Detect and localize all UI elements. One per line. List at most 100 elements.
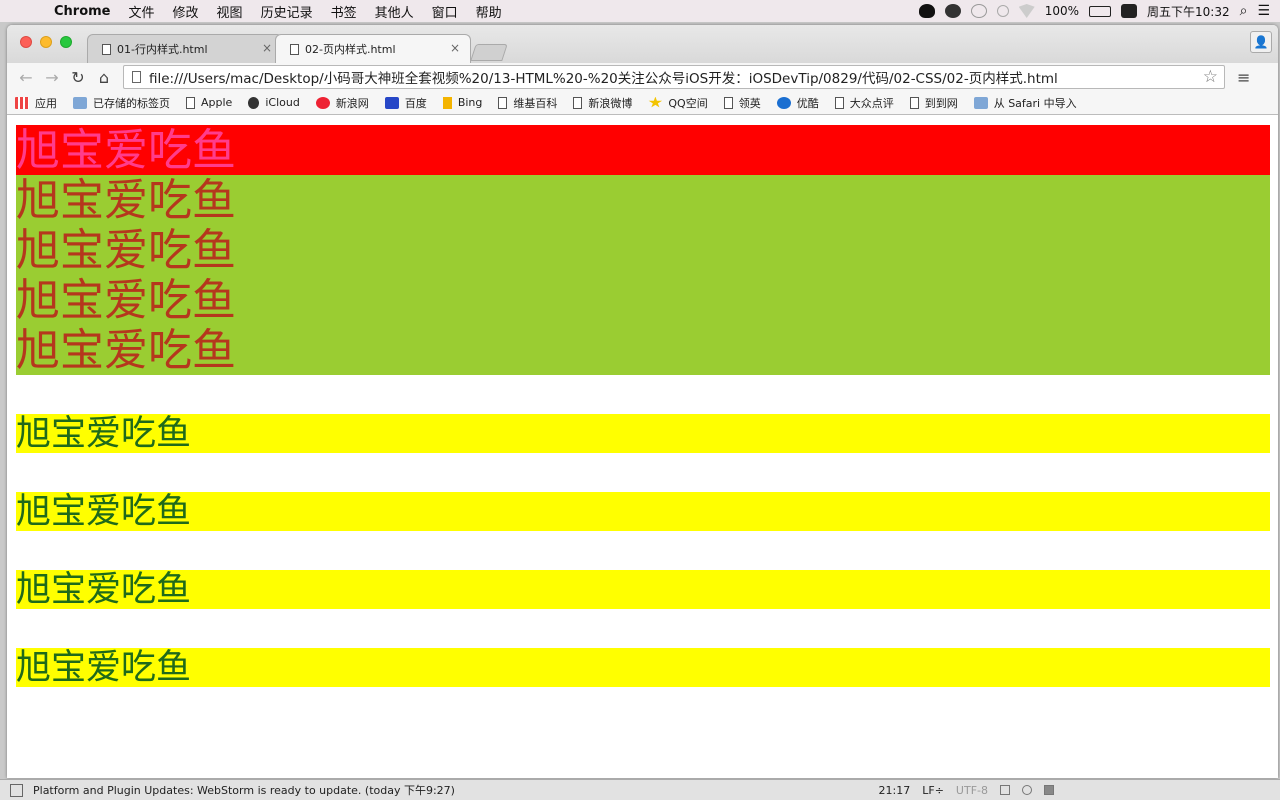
page-icon xyxy=(909,96,919,109)
window-controls xyxy=(20,36,72,48)
tab-page-style[interactable]: 02-页内样式.html × xyxy=(275,34,471,63)
sync-icon[interactable] xyxy=(970,4,987,18)
line-separator[interactable]: LF÷ xyxy=(922,784,944,797)
bookmark-youku[interactable]: 优酷 xyxy=(776,95,819,111)
bookmark-import-safari[interactable]: 从 Safari 中导入 xyxy=(973,95,1077,111)
menu-app-name[interactable]: Chrome xyxy=(54,4,111,19)
battery-percent: 100% xyxy=(1044,4,1079,18)
tool-window-icon[interactable] xyxy=(10,783,23,797)
url-text[interactable]: file:///Users/mac/Desktop/小码哥大神班全套视频%20/… xyxy=(149,67,1058,87)
bookmarks-bar: 应用 已存储的标签页 Apple iCloud 新浪网 百度 Bing 维基百科… xyxy=(7,91,1278,115)
minimize-window-button[interactable] xyxy=(40,36,52,48)
airplay-icon[interactable] xyxy=(996,5,1009,17)
page-icon xyxy=(102,43,111,55)
apps-icon xyxy=(15,96,29,109)
menu-items: Chrome 文件 修改 视图 历史记录 书签 其他人 窗口 帮助 xyxy=(42,2,520,21)
bookmark-baidu[interactable]: 百度 xyxy=(384,95,427,111)
wifi-icon[interactable] xyxy=(1018,4,1035,18)
bookmark-daodao[interactable]: 到到网 xyxy=(909,95,958,111)
bookmark-label: 领英 xyxy=(738,96,761,110)
page-viewport: 旭宝爱吃鱼 旭宝爱吃鱼 旭宝爱吃鱼 旭宝爱吃鱼 旭宝爱吃鱼 旭宝爱吃鱼 旭宝爱吃… xyxy=(7,115,1278,778)
page-icon xyxy=(834,96,844,109)
yellow-text-block: 旭宝爱吃鱼 xyxy=(16,570,1270,610)
inspector-icon[interactable] xyxy=(1022,785,1032,795)
tab-close-icon[interactable]: × xyxy=(450,41,460,55)
reload-icon[interactable]: ↻ xyxy=(67,68,89,87)
bookmark-label: QQ空间 xyxy=(668,96,708,110)
bookmark-apple[interactable]: Apple xyxy=(186,96,232,109)
green-text-block: 旭宝爱吃鱼 xyxy=(16,225,1270,276)
chrome-menu-icon[interactable]: ≡ xyxy=(1237,68,1250,87)
bookmark-label: 百度 xyxy=(404,96,427,110)
bookmark-bing[interactable]: Bing xyxy=(442,96,483,109)
page-icon xyxy=(132,71,141,83)
green-text-block: 旭宝爱吃鱼 xyxy=(16,275,1270,326)
qq-icon[interactable] xyxy=(918,4,935,18)
bookmark-weibo[interactable]: 新浪微博 xyxy=(573,95,632,111)
page-icon xyxy=(186,96,195,109)
bing-icon xyxy=(442,96,452,109)
title-bar: 01-行内样式.html × 02-页内样式.html × 👤 xyxy=(7,25,1278,63)
cursor-position[interactable]: 21:17 xyxy=(879,784,911,797)
bookmark-linkedin[interactable]: 领英 xyxy=(723,95,761,111)
bookmark-label: 维基百科 xyxy=(513,96,558,110)
clock[interactable]: 周五下午10:32 xyxy=(1147,3,1230,20)
wechat-icon[interactable] xyxy=(944,4,961,18)
tab-close-icon[interactable]: × xyxy=(262,41,272,55)
menu-people[interactable]: 其他人 xyxy=(375,2,414,21)
close-window-button[interactable] xyxy=(20,36,32,48)
page-content: 旭宝爱吃鱼 旭宝爱吃鱼 旭宝爱吃鱼 旭宝爱吃鱼 旭宝爱吃鱼 旭宝爱吃鱼 旭宝爱吃… xyxy=(7,115,1278,688)
weibo-icon xyxy=(315,96,330,109)
status-message[interactable]: Platform and Plugin Updates: WebStorm is… xyxy=(33,782,455,798)
bookmark-wikipedia[interactable]: 维基百科 xyxy=(498,95,557,111)
menu-history[interactable]: 历史记录 xyxy=(261,2,313,21)
menu-file[interactable]: 文件 xyxy=(129,2,155,21)
red-text-block: 旭宝爱吃鱼 xyxy=(16,125,1270,176)
bookmark-label: 已存储的标签页 xyxy=(93,96,170,110)
back-arrow-icon[interactable]: ← xyxy=(15,68,37,87)
menu-bar: Chrome 文件 修改 视图 历史记录 书签 其他人 窗口 帮助 100% 周… xyxy=(0,0,1280,22)
bookmark-apps[interactable]: 应用 xyxy=(15,95,57,111)
menu-help[interactable]: 帮助 xyxy=(476,2,502,21)
file-encoding[interactable]: UTF-8 xyxy=(956,784,988,797)
menu-window[interactable]: 窗口 xyxy=(432,2,458,21)
bookmark-label: 新浪微博 xyxy=(588,96,633,110)
menu-edit[interactable]: 修改 xyxy=(173,2,199,21)
address-bar[interactable]: file:///Users/mac/Desktop/小码哥大神班全套视频%20/… xyxy=(123,65,1225,89)
lock-icon[interactable] xyxy=(1000,785,1010,795)
browser-toolbar: ← → ↻ ⌂ file:///Users/mac/Desktop/小码哥大神班… xyxy=(7,63,1278,91)
baidu-icon xyxy=(384,96,399,109)
spotlight-search-icon[interactable]: ⌕ xyxy=(1240,3,1248,19)
home-icon[interactable]: ⌂ xyxy=(93,68,115,87)
forward-arrow-icon[interactable]: → xyxy=(41,68,63,87)
zoom-window-button[interactable] xyxy=(60,36,72,48)
page-icon xyxy=(723,96,733,109)
bookmark-sina[interactable]: 新浪网 xyxy=(315,95,369,111)
profile-icon[interactable]: 👤 xyxy=(1250,31,1272,53)
bookmark-label: 大众点评 xyxy=(849,96,894,110)
menu-bookmarks[interactable]: 书签 xyxy=(331,2,357,21)
bookmark-label: 新浪网 xyxy=(335,96,369,110)
bookmark-dianping[interactable]: 大众点评 xyxy=(834,95,894,111)
bookmark-label: Bing xyxy=(457,96,483,109)
battery-icon[interactable] xyxy=(1089,5,1111,17)
folder-icon xyxy=(973,96,988,109)
event-log-icon[interactable] xyxy=(1044,785,1054,795)
bookmark-label: Apple xyxy=(201,96,233,109)
menu-view[interactable]: 视图 xyxy=(217,2,243,21)
sogou-input-icon[interactable] xyxy=(1121,4,1137,18)
bookmark-icloud[interactable]: iCloud xyxy=(248,96,300,109)
bookmark-star-icon[interactable]: ☆ xyxy=(1203,67,1218,87)
page-icon xyxy=(290,43,299,55)
notification-center-icon[interactable]: ☰ xyxy=(1257,3,1270,19)
apple-icon xyxy=(248,96,260,109)
new-tab-button[interactable] xyxy=(470,44,508,61)
tab-inline-style[interactable]: 01-行内样式.html × xyxy=(87,34,283,63)
bookmark-saved-tabs[interactable]: 已存储的标签页 xyxy=(73,95,170,111)
yellow-text-block: 旭宝爱吃鱼 xyxy=(16,414,1270,454)
star-icon xyxy=(648,96,663,108)
page-icon xyxy=(573,96,583,109)
status-widgets: 21:17 LF÷ UTF-8 xyxy=(879,784,1054,797)
green-text-block: 旭宝爱吃鱼 xyxy=(16,325,1270,376)
bookmark-qzone[interactable]: QQ空间 xyxy=(648,95,708,111)
